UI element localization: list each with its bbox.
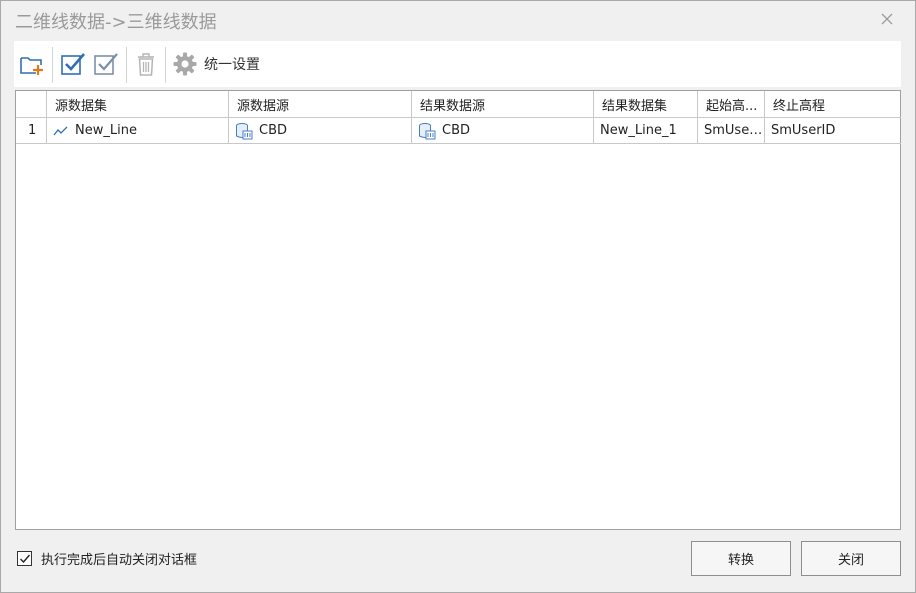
dataset-grid[interactable]: 源数据集 源数据源 结果数据源 结果数据集 起始高... 终止高程 1 New_… — [15, 90, 901, 530]
folder-add-icon — [20, 57, 43, 75]
invert-selection-button[interactable] — [91, 49, 121, 79]
unified-settings-button[interactable]: 统一设置 — [172, 49, 260, 79]
result-datasource-value: CBD — [442, 123, 471, 138]
source-datasource-value: CBD — [259, 123, 288, 138]
table-row[interactable]: 1 New_Line CBD CBD New_Line_1 SmUser... … — [16, 117, 901, 144]
toolbar: 统一设置 — [14, 41, 901, 87]
source-datasource-cell[interactable]: CBD — [229, 118, 412, 143]
column-header-index[interactable] — [16, 91, 47, 117]
result-dataset-value: New_Line_1 — [600, 123, 677, 138]
dialog-window: 二维线数据->三维线数据 统一设置 源数据集 源数据源 结果数据源 结果数据集 … — [0, 0, 916, 593]
toolbar-separator — [165, 47, 166, 83]
gear-icon — [173, 52, 197, 76]
source-dataset-cell[interactable]: New_Line — [47, 118, 229, 143]
dialog-title: 二维线数据->三维线数据 — [15, 12, 217, 33]
result-dataset-cell[interactable]: New_Line_1 — [594, 118, 698, 143]
database-icon — [418, 122, 436, 140]
auto-close-checkbox[interactable] — [17, 551, 32, 566]
column-header-end-height[interactable]: 终止高程 — [765, 91, 901, 117]
end-height-value: SmUserID — [771, 123, 836, 138]
auto-close-label: 执行完成后自动关闭对话框 — [41, 553, 198, 568]
row-index: 1 — [16, 118, 47, 143]
trash-icon — [138, 53, 154, 76]
result-datasource-cell[interactable]: CBD — [412, 118, 594, 143]
column-header-start-height[interactable]: 起始高... — [698, 91, 765, 117]
database-icon — [235, 122, 253, 140]
grid-header: 源数据集 源数据源 结果数据源 结果数据集 起始高... 终止高程 — [16, 91, 901, 117]
source-dataset-value: New_Line — [75, 123, 137, 138]
convert-button[interactable]: 转换 — [691, 541, 791, 576]
unified-settings-label: 统一设置 — [204, 57, 260, 73]
column-header-result-datasource[interactable]: 结果数据源 — [412, 91, 594, 117]
add-dataset-button[interactable] — [17, 49, 47, 79]
column-header-source-dataset[interactable]: 源数据集 — [47, 91, 229, 117]
close-button[interactable]: 关闭 — [801, 541, 901, 576]
checkmark-icon — [19, 554, 30, 563]
auto-close-option[interactable]: 执行完成后自动关闭对话框 — [17, 549, 197, 568]
line-dataset-icon — [53, 125, 69, 137]
end-height-cell[interactable]: SmUserID — [765, 118, 901, 143]
column-header-result-dataset[interactable]: 结果数据集 — [594, 91, 698, 117]
close-icon[interactable] — [878, 10, 896, 28]
toolbar-separator — [52, 47, 53, 83]
start-height-cell[interactable]: SmUser... — [698, 118, 765, 143]
toolbar-separator — [126, 47, 127, 83]
select-all-button[interactable] — [58, 49, 88, 79]
start-height-value: SmUser... — [704, 123, 764, 138]
delete-button[interactable] — [131, 49, 161, 79]
check-all-icon — [61, 53, 85, 75]
column-header-source-datasource[interactable]: 源数据源 — [229, 91, 412, 117]
check-invert-icon — [94, 53, 118, 75]
